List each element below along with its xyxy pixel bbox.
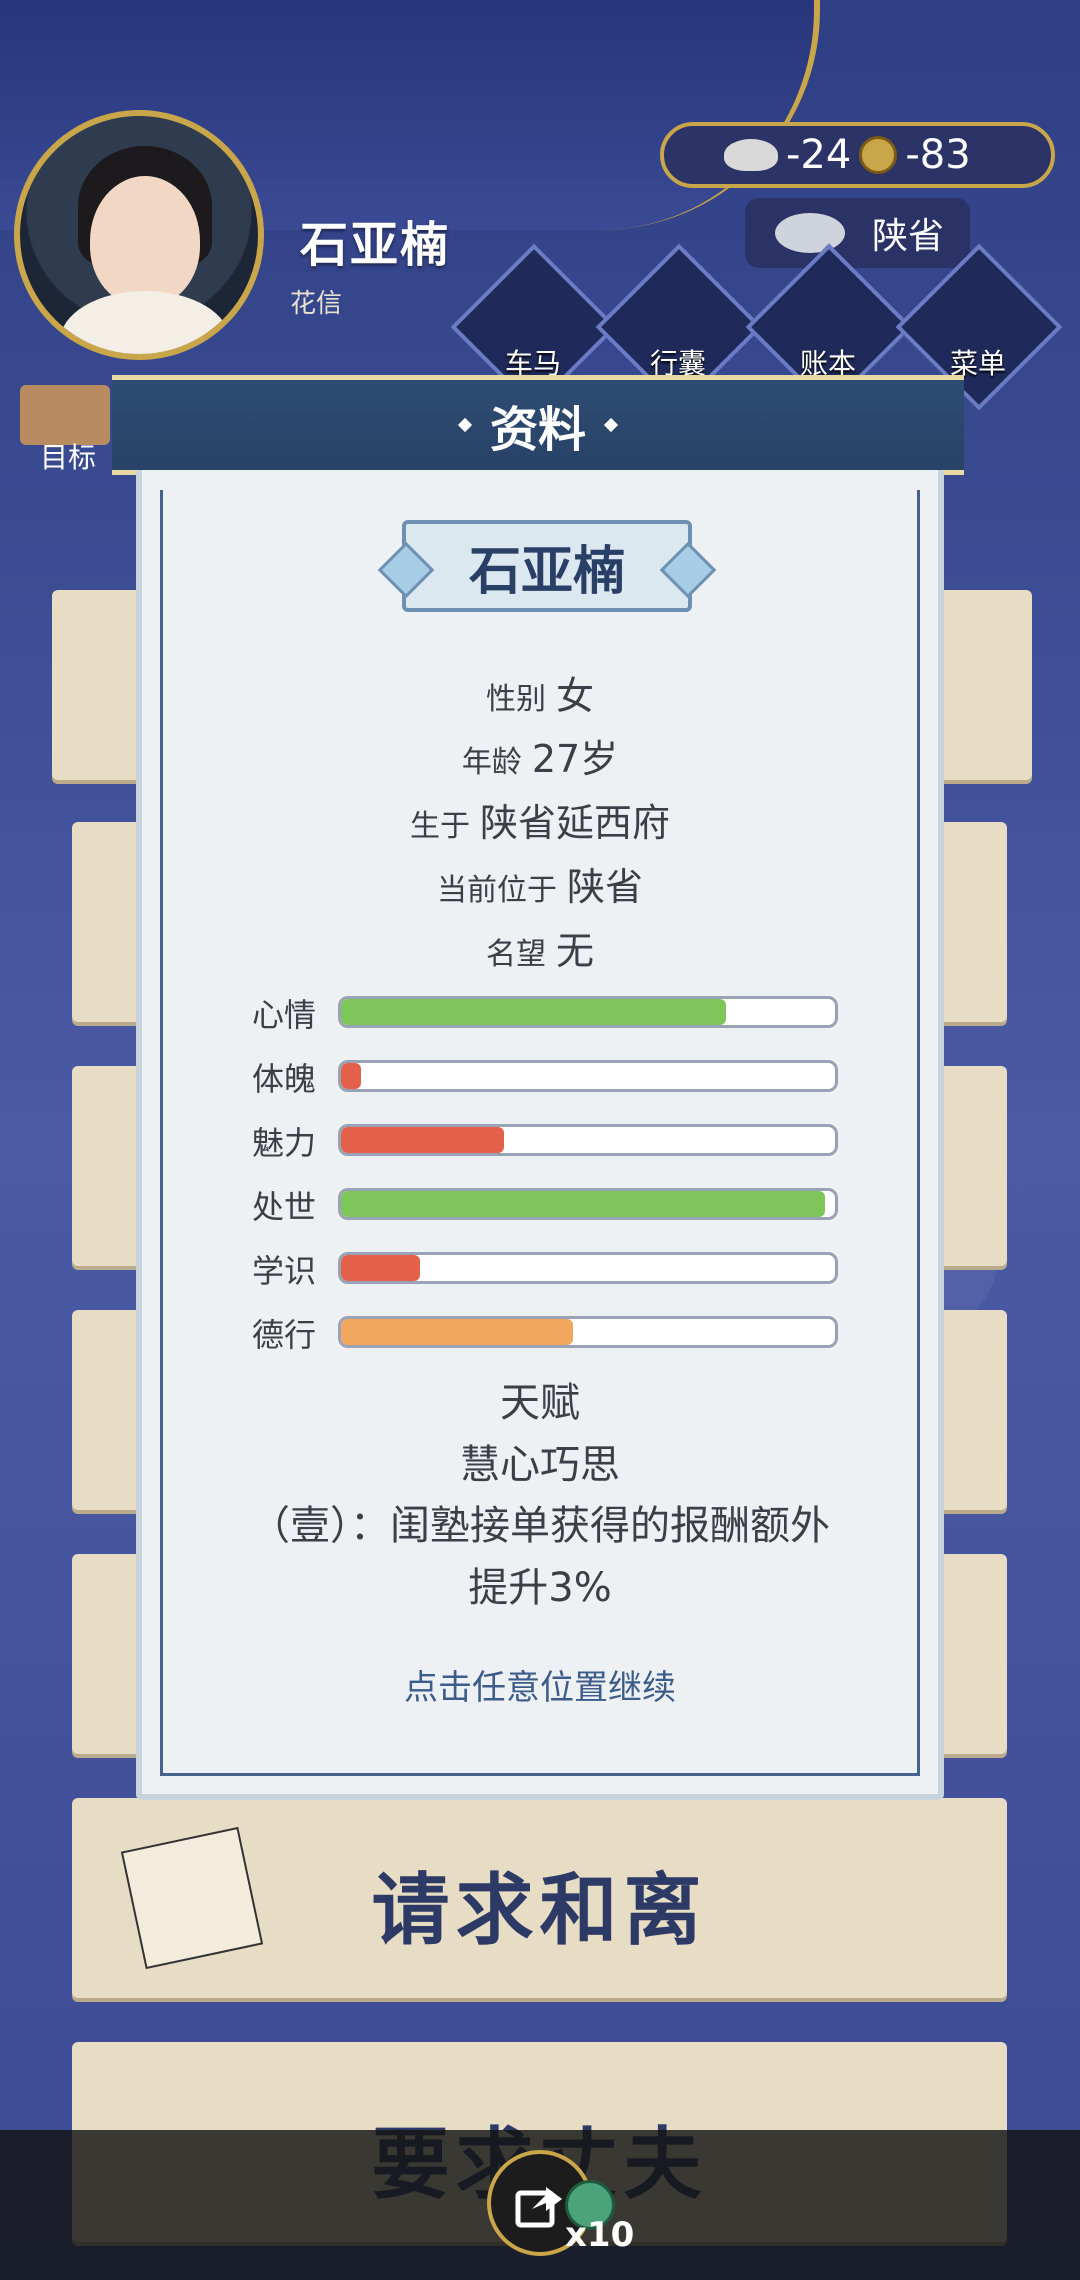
stat-label: 体魄 (252, 1060, 317, 1098)
silver-amount: -24 (786, 132, 852, 178)
header-dot-left-icon (457, 417, 473, 433)
goal-label: 目标 (40, 441, 97, 474)
silver-ingot-icon (724, 139, 778, 171)
talent-description-line-1: （壹）：闺塾接单获得的报酬额外 (250, 1503, 830, 1549)
stat-bar (338, 1060, 838, 1092)
info-value: 27岁 (531, 737, 619, 781)
divorce-card-label: 请求和离 (371, 1866, 708, 1956)
info-birthplace: 生于 陕省延西府 (142, 792, 938, 847)
talent-description: （壹）：闺塾接单获得的报酬额外 提升3% (182, 1495, 898, 1619)
player-name: 石亚楠 (300, 217, 451, 273)
talent-name: 慧心巧思 (460, 1442, 620, 1488)
share-count: x10 (565, 2215, 635, 2255)
stat-label: 心情 (252, 996, 317, 1034)
info-value: 陕省 (566, 865, 643, 909)
info-value: 陕省延西府 (479, 801, 670, 845)
info-age: 年龄 27岁 (142, 728, 938, 783)
info-reputation: 名望无 (142, 920, 938, 975)
dialog-character-name: 石亚楠 (468, 541, 625, 602)
copper-coin-icon (859, 136, 898, 174)
stat-bar-fill (341, 999, 727, 1025)
avatar-face (90, 176, 200, 306)
player-avatar[interactable] (14, 110, 264, 360)
info-value: 无 (555, 929, 594, 973)
stat-label: 学识 (252, 1252, 317, 1290)
info-label: 年龄 (461, 745, 522, 780)
stat-label: 德行 (252, 1316, 317, 1354)
talent-title: 天赋 (500, 1380, 580, 1426)
location-icon (775, 213, 845, 253)
stat-bar (338, 1188, 838, 1220)
dialog-header: 资料 (112, 375, 964, 475)
info-gender: 性别女 (142, 665, 938, 720)
info-label: 性别 (485, 682, 546, 717)
info-label: 当前位于 (436, 873, 557, 908)
stat-bar (338, 1252, 838, 1284)
player-subtitle: 花信 (290, 289, 343, 319)
info-current-location: 当前位于 陕省 (142, 856, 938, 911)
stat-bar-fill (341, 1191, 826, 1217)
share-icon (515, 2187, 562, 2228)
stat-bar (338, 1316, 838, 1348)
stat-bar-fill (341, 1319, 574, 1345)
name-plaque: 石亚楠 (402, 520, 692, 612)
info-label: 生于 (409, 809, 470, 844)
divorce-card[interactable]: 请求和离 (72, 1798, 1007, 1998)
stat-label: 魅力 (252, 1124, 317, 1162)
info-label: 名望 (485, 937, 546, 972)
stat-bar-fill (341, 1063, 361, 1089)
stat-bar-fill (341, 1127, 505, 1153)
stat-bar (338, 996, 838, 1028)
info-value: 女 (555, 674, 594, 718)
stat-bar-fill (341, 1255, 421, 1281)
avatar-robe (60, 291, 230, 354)
dialog-title: 资料 (489, 402, 586, 458)
profile-dialog[interactable]: 石亚楠 性别女 年龄 27岁 生于 陕省延西府 当前位于 陕省 名望无 心情体魄魅力处… (136, 470, 944, 1800)
continue-hint[interactable]: 点击任意位置继续 (142, 1660, 938, 1709)
location-label: 陕省 (871, 216, 944, 257)
talent-description-line-2: 提升3% (468, 1565, 612, 1611)
coin-amount: -83 (905, 132, 971, 178)
stat-bar (338, 1124, 838, 1156)
header-dot-right-icon (603, 417, 619, 433)
location-button[interactable]: 陕省 (745, 198, 970, 268)
currency-bar: -24 -83 (660, 122, 1055, 188)
stat-label: 处世 (252, 1188, 317, 1226)
